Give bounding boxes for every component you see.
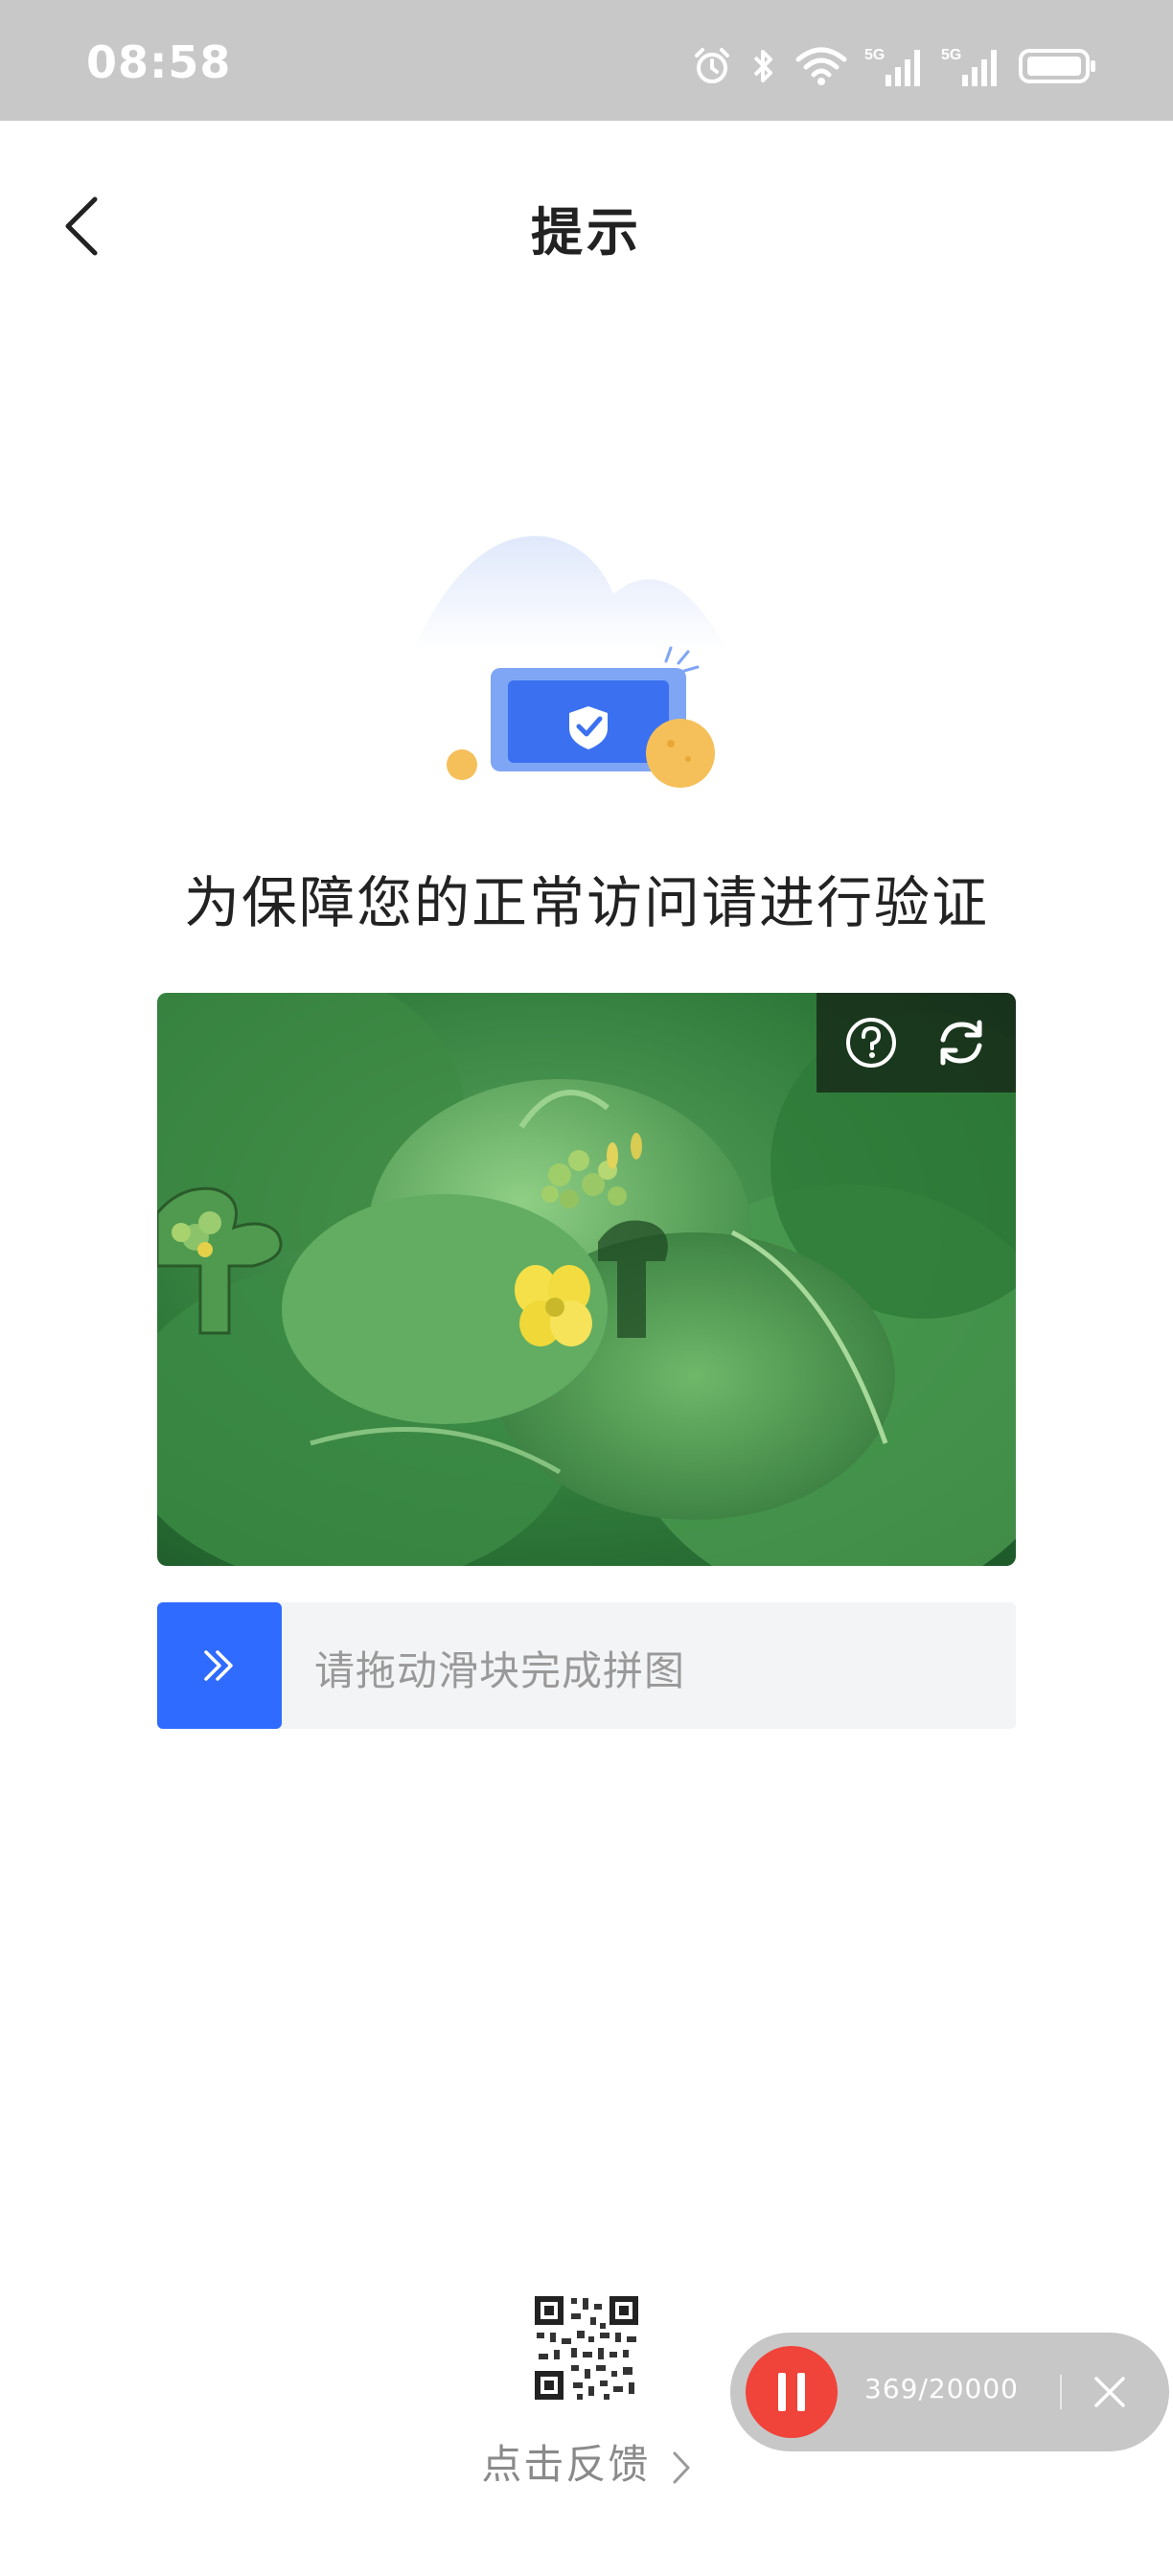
refresh-button[interactable] <box>931 1012 992 1073</box>
signal-5g-icon: 5G <box>941 47 997 86</box>
signal-5g-icon: 5G <box>864 47 920 86</box>
security-illustration <box>412 536 728 788</box>
help-button[interactable] <box>840 1012 902 1073</box>
chevron-right-icon <box>673 2451 690 2483</box>
pause-button[interactable] <box>746 2346 838 2438</box>
status-bar: 08:58 5G 5G <box>0 0 1173 121</box>
close-icon <box>1094 2377 1125 2407</box>
puzzle-toolbar <box>816 993 1016 1092</box>
network-label: 5G <box>864 47 885 63</box>
slider-handle[interactable] <box>157 1602 282 1729</box>
refresh-icon <box>940 1020 982 1066</box>
status-icons: 5G 5G <box>692 42 1098 90</box>
wifi-icon <box>795 47 847 85</box>
divider <box>1060 2375 1062 2409</box>
puzzle-image <box>157 993 1016 1566</box>
header: 提示 <box>0 121 1173 322</box>
page-title: 提示 <box>531 202 642 263</box>
slider-track[interactable]: 请拖动滑块完成拼图 <box>157 1602 1016 1729</box>
double-chevron-right-icon <box>204 1650 233 1681</box>
alarm-icon <box>695 48 729 83</box>
pause-icon <box>778 2373 805 2411</box>
battery-icon <box>1019 49 1095 83</box>
close-recorder-button[interactable] <box>1081 2363 1138 2421</box>
yellow-flower <box>515 1265 592 1346</box>
recording-counter: 369/20000 <box>864 2373 1019 2404</box>
help-icon <box>846 1018 896 1068</box>
qr-code <box>533 2294 640 2402</box>
network-label: 5G <box>941 47 961 63</box>
bluetooth-icon <box>753 50 772 82</box>
screen-recorder: 369/20000 <box>730 2333 1169 2451</box>
status-time: 08:58 <box>86 36 232 88</box>
verification-prompt: 为保障您的正常访问请进行验证 <box>183 870 989 935</box>
slider-hint: 请拖动滑块完成拼图 <box>314 1647 686 1694</box>
feedback-label: 点击反馈 <box>481 2441 651 2488</box>
